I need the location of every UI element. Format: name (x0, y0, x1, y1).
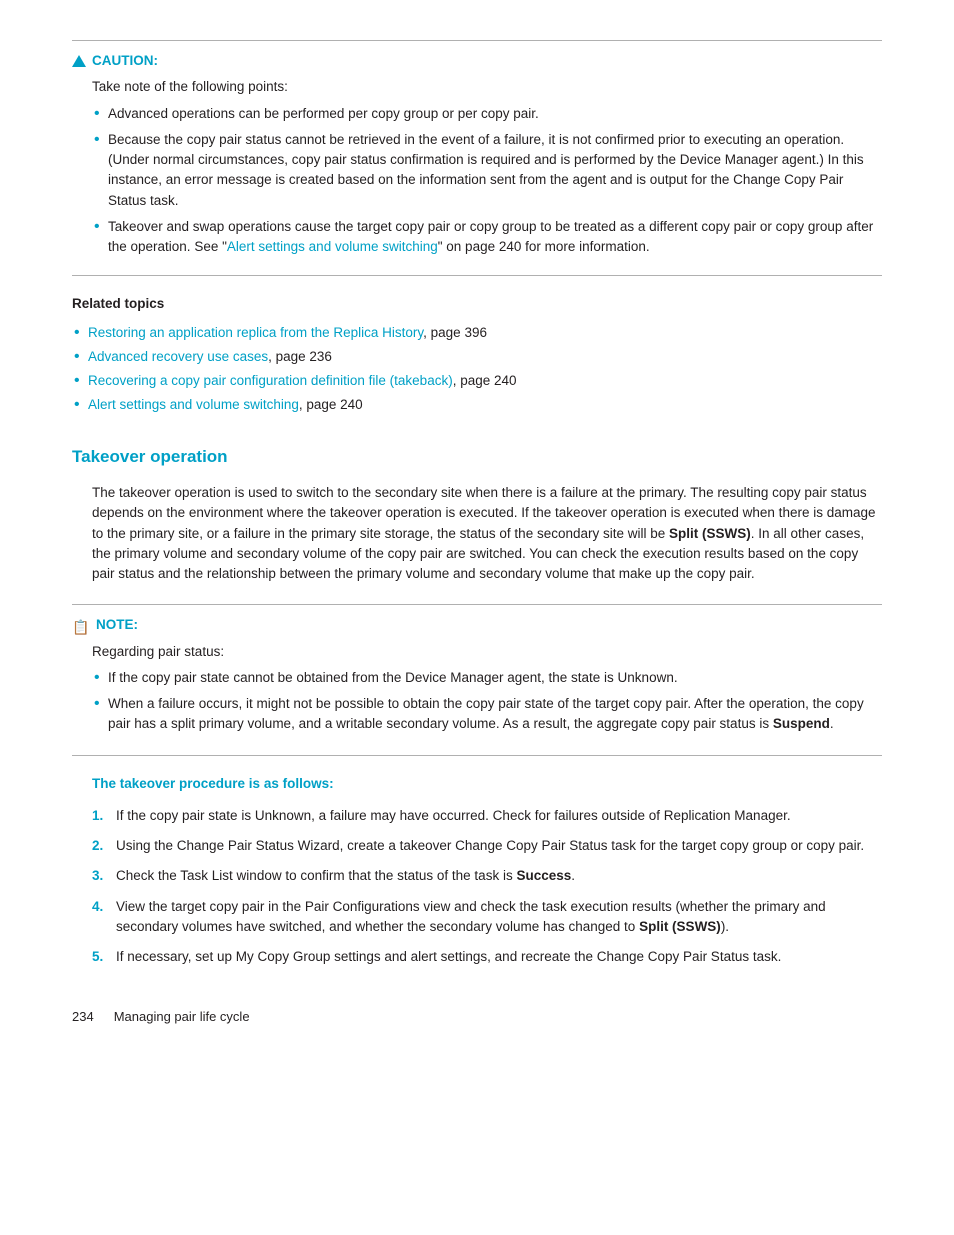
related-topic-2: Advanced recovery use cases, page 236 (72, 347, 882, 367)
step3-bold-success: Success (516, 868, 571, 883)
procedure-heading: The takeover procedure is as follows: (72, 774, 882, 794)
note-bold-suspend: Suspend (773, 716, 830, 731)
caution-item-3: Takeover and swap operations cause the t… (92, 217, 882, 258)
related-topic-link-1[interactable]: Restoring an application replica from th… (88, 325, 423, 340)
procedure-step-3: Check the Task List window to confirm th… (92, 866, 882, 886)
procedure-section: The takeover procedure is as follows: If… (72, 774, 882, 968)
procedure-step-2: Using the Change Pair Status Wizard, cre… (92, 836, 882, 856)
step4-bold-ssws: Split (SSWS) (639, 919, 721, 934)
procedure-step-5: If necessary, set up My Copy Group setti… (92, 947, 882, 967)
takeover-section: Takeover operation The takeover operatio… (72, 444, 882, 585)
procedure-list: If the copy pair state is Unknown, a fai… (72, 806, 882, 968)
note-body: Regarding pair status: If the copy pair … (72, 642, 882, 735)
caution-list: Advanced operations can be performed per… (92, 104, 882, 258)
divider-2 (72, 755, 882, 756)
related-topic-4: Alert settings and volume switching, pag… (72, 395, 882, 415)
related-topic-link-3[interactable]: Recovering a copy pair configuration def… (88, 373, 453, 388)
divider-1 (72, 275, 882, 276)
page-number: 234 (72, 1007, 94, 1027)
takeover-heading: Takeover operation (72, 444, 882, 470)
note-list: If the copy pair state cannot be obtaine… (92, 668, 882, 735)
page-footer: 234 Managing pair life cycle (72, 1007, 882, 1027)
note-title: NOTE: (72, 615, 882, 635)
note-box: NOTE: Regarding pair status: If the copy… (72, 604, 882, 734)
related-topic-1: Restoring an application replica from th… (72, 323, 882, 343)
caution-link-alert[interactable]: Alert settings and volume switching (227, 239, 438, 254)
caution-label: CAUTION: (92, 51, 158, 71)
takeover-bold-1: Split (SSWS) (669, 526, 751, 541)
note-item-1: If the copy pair state cannot be obtaine… (92, 668, 882, 688)
related-topic-link-4[interactable]: Alert settings and volume switching (88, 397, 299, 412)
procedure-step-4: View the target copy pair in the Pair Co… (92, 897, 882, 938)
related-topics-title: Related topics (72, 294, 882, 314)
footer-label: Managing pair life cycle (114, 1007, 250, 1027)
procedure-step-1: If the copy pair state is Unknown, a fai… (92, 806, 882, 826)
note-icon (72, 618, 90, 632)
caution-item-2: Because the copy pair status cannot be r… (92, 130, 882, 211)
note-intro: Regarding pair status: (92, 642, 882, 662)
related-topics-list: Restoring an application replica from th… (72, 323, 882, 416)
caution-body: Take note of the following points: Advan… (72, 77, 882, 257)
caution-box: CAUTION: Take note of the following poin… (72, 40, 882, 257)
caution-triangle-icon (72, 55, 86, 67)
page: CAUTION: Take note of the following poin… (0, 0, 954, 1235)
note-item-2: When a failure occurs, it might not be p… (92, 694, 882, 735)
related-topics-section: Related topics Restoring an application … (72, 294, 882, 415)
caution-intro: Take note of the following points: (92, 77, 882, 97)
caution-title: CAUTION: (72, 51, 882, 71)
related-topic-link-2[interactable]: Advanced recovery use cases (88, 349, 268, 364)
related-topic-3: Recovering a copy pair configuration def… (72, 371, 882, 391)
note-label: NOTE: (96, 615, 138, 635)
caution-item-1: Advanced operations can be performed per… (92, 104, 882, 124)
takeover-body: The takeover operation is used to switch… (72, 483, 882, 584)
